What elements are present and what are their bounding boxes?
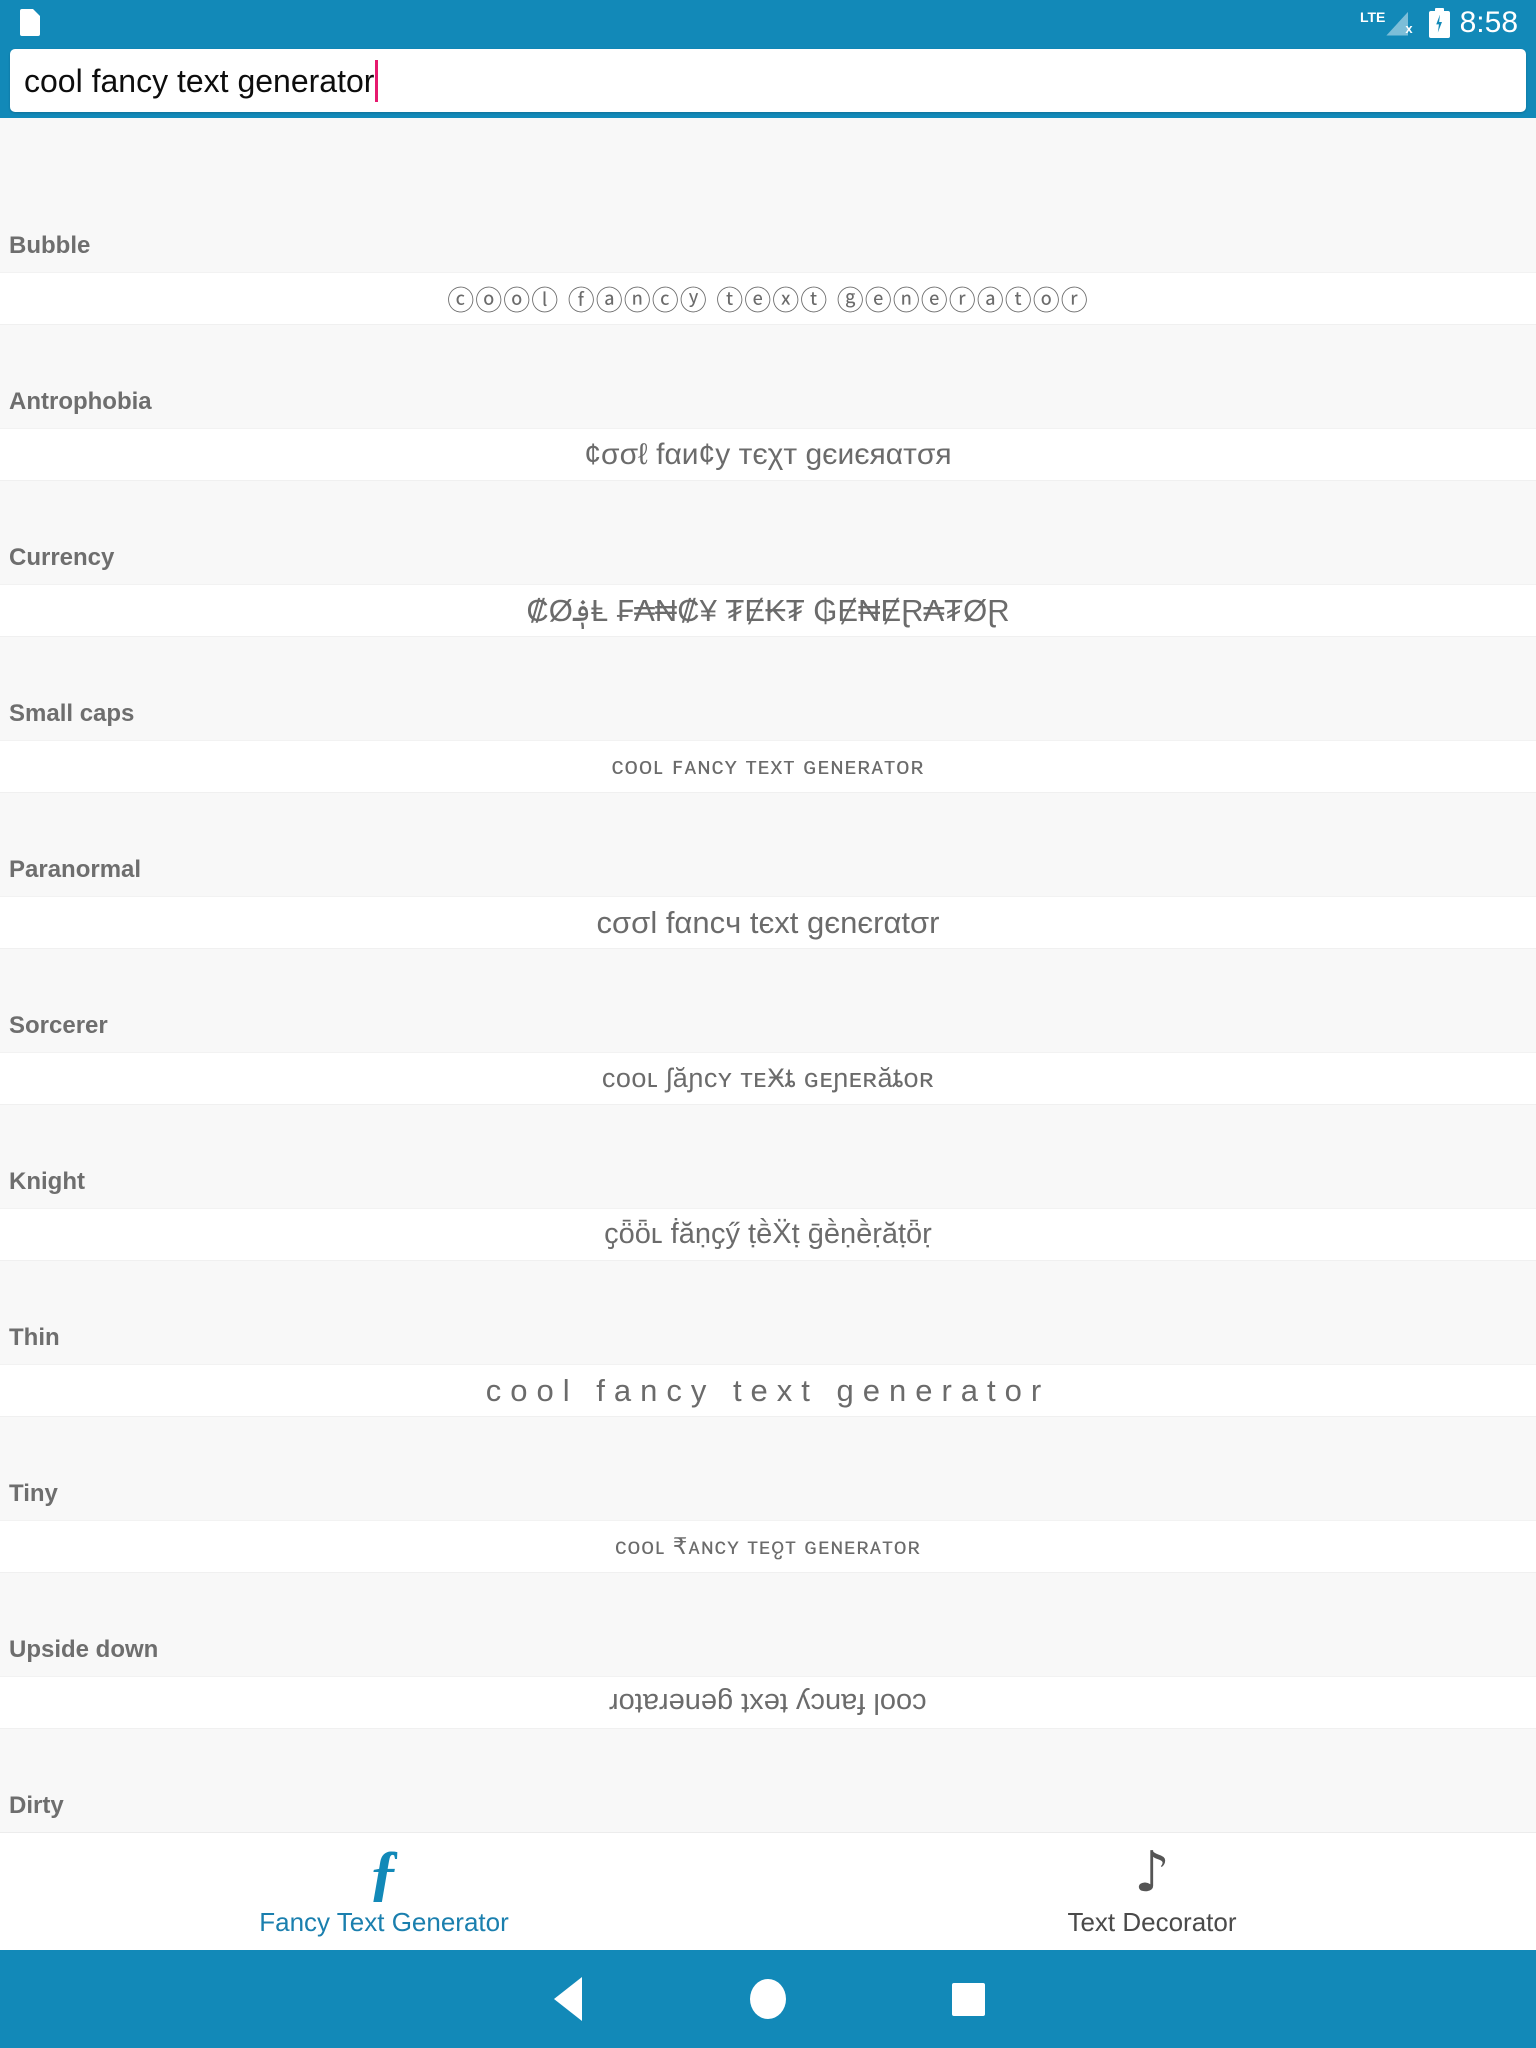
style-value-wrapper[interactable]: cool fancy text generator — [0, 1676, 1536, 1729]
style-label: Bubble — [9, 232, 91, 259]
status-bar-right: LTE x 8:58 — [1360, 6, 1518, 40]
style-row-tiny[interactable]: Tiny ᴄᴏᴏʟ ₹ᴀɴᴄʏ ᴛᴇჹᴛ ɢᴇɴᴇʀᴀᴛᴏʀ — [0, 1468, 1536, 1573]
search-input-value: cool fancy text generator — [24, 62, 375, 99]
style-value[interactable]: ᴄᴏᴏʟ ꜰᴀɴᴄʏ ᴛᴇxᴛ ɢᴇɴᴇʀᴀᴛᴏʀ — [0, 740, 1536, 793]
android-navigation-bar — [0, 1950, 1536, 2048]
style-value[interactable]: ¢σσℓ fαи¢у тєχт gєиєяαтσя — [0, 428, 1536, 481]
style-row-bubble[interactable]: Bubble ⓒⓞⓞⓛ ⓕⓐⓝⓒⓨ ⓣⓔⓧⓣ ⓖⓔⓝⓔⓡⓐⓣⓞⓡ — [0, 220, 1536, 325]
row-gap — [0, 1729, 1536, 1780]
style-label: Small caps — [9, 700, 135, 727]
recents-square-icon — [951, 1982, 985, 2016]
signal-bars-icon — [1386, 11, 1409, 36]
home-circle-icon — [750, 1979, 786, 2019]
style-value[interactable]: ᴄooʟ ʃӑɲcʏ ᴛᴇӾȶ ɢᴇɲᴇʀӑȶoʀ — [0, 1052, 1536, 1105]
row-gap — [0, 637, 1536, 688]
text-cursor — [375, 59, 379, 102]
tab-text-decorator[interactable]: ♪ Text Decorator — [768, 1833, 1536, 1950]
row-gap — [0, 949, 1536, 1000]
styles-list[interactable]: Bubble ⓒⓞⓞⓛ ⓕⓐⓝⓒⓨ ⓣⓔⓧⓣ ⓖⓔⓝⓔⓡⓐⓣⓞⓡ Antroph… — [0, 118, 1536, 1832]
style-row-currency[interactable]: Currency ₡Ø؋Ⱡ ₣₳₦₡¥ ₮Ɇ₭₮ ₲Ɇ₦ɆⱤ₳₮ØⱤ — [0, 532, 1536, 637]
style-value[interactable]: ᴄᴏᴏʟ ₹ᴀɴᴄʏ ᴛᴇჹᴛ ɢᴇɴᴇʀᴀᴛᴏʀ — [0, 1520, 1536, 1573]
style-row-dirty[interactable]: Dirty ċöö̇l ḟȧṅċÿ ṫėẋṫ ġėṅėṙȧṫöṙ — [0, 1780, 1536, 1832]
list-top-spacer — [0, 118, 1536, 220]
italic-f-icon: ƒ — [368, 1838, 400, 1907]
style-value[interactable]: ҫȫȫʟ ḟӑṇҫӳ ṭḕẌṭ ḡḕṇḕṛӑṭȫṛ — [0, 1208, 1536, 1261]
tab-label: Fancy Text Generator — [259, 1907, 509, 1937]
style-label: Upside down — [9, 1636, 159, 1663]
row-gap — [0, 1573, 1536, 1624]
style-value: cool fancy text generator — [609, 1687, 927, 1719]
style-row-paranormal[interactable]: Paranormal cσσl fαncч tєxt gєnєrαtσr — [0, 844, 1536, 949]
style-label: Currency — [9, 544, 115, 571]
style-label: Sorcerer — [9, 1012, 108, 1039]
style-row-upside-down[interactable]: Upside down cool fancy text generator — [0, 1624, 1536, 1729]
style-row-small-caps[interactable]: Small caps ᴄᴏᴏʟ ꜰᴀɴᴄʏ ᴛᴇxᴛ ɢᴇɴᴇʀᴀᴛᴏʀ — [0, 688, 1536, 793]
nav-recents-button[interactable] — [868, 1950, 1068, 2048]
row-gap — [0, 1261, 1536, 1312]
style-value[interactable]: cool fancy text generator — [0, 1364, 1536, 1417]
bottom-tab-bar: ƒ Fancy Text Generator ♪ Text Decorator — [0, 1832, 1536, 1950]
nav-back-button[interactable] — [468, 1950, 668, 2048]
style-label: Dirty — [9, 1792, 64, 1819]
style-label: Thin — [9, 1324, 60, 1351]
tab-fancy-text-generator[interactable]: ƒ Fancy Text Generator — [0, 1833, 768, 1950]
network-type-label: LTE — [1359, 8, 1386, 25]
app-root: LTE x 8:58 cool fancy text generator Bub… — [0, 0, 1536, 2048]
row-gap — [0, 1417, 1536, 1468]
search-bar-container: cool fancy text generator — [0, 45, 1536, 118]
search-input[interactable]: cool fancy text generator — [10, 49, 1526, 112]
sd-card-icon — [20, 9, 40, 36]
style-value[interactable]: cσσl fαncч tєxt gєnєrαtσr — [0, 896, 1536, 949]
style-label: Tiny — [9, 1480, 58, 1507]
row-gap — [0, 481, 1536, 532]
style-label: Paranormal — [9, 856, 142, 883]
tab-label: Text Decorator — [1067, 1907, 1237, 1937]
style-row-sorcerer[interactable]: Sorcerer ᴄooʟ ʃӑɲcʏ ᴛᴇӾȶ ɢᴇɲᴇʀӑȶoʀ — [0, 1000, 1536, 1105]
row-gap — [0, 793, 1536, 844]
music-note-icon: ♪ — [1134, 1840, 1170, 1906]
nav-home-button[interactable] — [668, 1950, 868, 2048]
back-triangle-icon — [554, 1977, 582, 2021]
battery-charging-icon — [1428, 7, 1450, 38]
row-gap — [0, 1105, 1536, 1156]
style-label: Knight — [9, 1168, 85, 1195]
style-label: Antrophobia — [9, 388, 152, 415]
status-bar-clock: 8:58 — [1459, 5, 1518, 39]
style-row-thin[interactable]: Thin cool fancy text generator — [0, 1312, 1536, 1417]
style-row-knight[interactable]: Knight ҫȫȫʟ ḟӑṇҫӳ ṭḕẌṭ ḡḕṇḕṛӑṭȫṛ — [0, 1156, 1536, 1261]
network-status: LTE x — [1360, 10, 1413, 36]
row-gap — [0, 325, 1536, 376]
style-value[interactable]: ₡Ø؋Ⱡ ₣₳₦₡¥ ₮Ɇ₭₮ ₲Ɇ₦ɆⱤ₳₮ØⱤ — [0, 584, 1536, 637]
style-row-antrophobia[interactable]: Antrophobia ¢σσℓ fαи¢у тєχт gєиєяαтσя — [0, 376, 1536, 481]
status-bar: LTE x 8:58 — [0, 0, 1536, 45]
style-value[interactable]: ⓒⓞⓞⓛ ⓕⓐⓝⓒⓨ ⓣⓔⓧⓣ ⓖⓔⓝⓔⓡⓐⓣⓞⓡ — [0, 272, 1536, 325]
status-bar-left — [20, 9, 40, 36]
